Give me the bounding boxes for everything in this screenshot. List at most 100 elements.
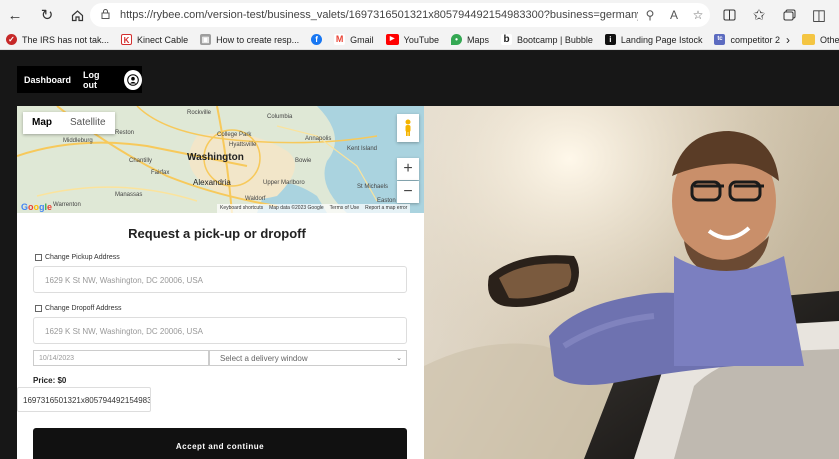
bookmark-label: Landing Page Istock: [620, 34, 703, 45]
logout-link[interactable]: Log out: [83, 70, 112, 90]
bookmark-label: The IRS has not tak...: [22, 34, 110, 45]
bookmark-youtube[interactable]: ▶ YouTube: [380, 34, 445, 45]
form-title: Request a pick-up or dropoff: [128, 226, 306, 241]
map-place: Columbia: [267, 114, 293, 120]
map-place: Waldorf: [245, 196, 266, 202]
bookmark-competitor[interactable]: tc competitor 2: [708, 34, 786, 45]
dashboard-link[interactable]: Dashboard: [24, 75, 71, 85]
pickup-address-input[interactable]: 1629 K St NW, Washington, DC 20006, USA: [33, 266, 407, 293]
keyboard-shortcuts-link[interactable]: Keyboard shortcuts: [220, 204, 263, 213]
zoom-icon[interactable]: ⚲: [638, 8, 662, 22]
bookmark-bootcamp[interactable]: b Bootcamp | Bubble: [495, 34, 599, 45]
report-error-link[interactable]: Report a map error: [365, 204, 407, 213]
date-input[interactable]: 10/14/2023: [33, 350, 209, 366]
man-in-car-image: [424, 106, 839, 459]
bubble-icon: b: [501, 34, 513, 45]
refresh-icon[interactable]: ↻: [34, 2, 60, 28]
maps-icon: •: [451, 34, 463, 45]
bookmark-label: Gmail: [350, 34, 374, 45]
terms-link[interactable]: Terms of Use: [330, 204, 359, 213]
change-dropoff-row: Change Dropoff Address: [35, 305, 122, 312]
change-pickup-checkbox[interactable]: [35, 254, 42, 261]
hero-photo: [424, 106, 839, 459]
change-pickup-label: Change Pickup Address: [45, 254, 120, 261]
bookmark-label: Maps: [467, 34, 490, 45]
delivery-window-value: Select a delivery window: [220, 354, 308, 363]
read-aloud-icon[interactable]: A: [662, 8, 686, 22]
accept-continue-button[interactable]: Accept and continue: [33, 428, 407, 459]
dropoff-address-input[interactable]: 1629 K St NW, Washington, DC 20006, USA: [33, 317, 407, 344]
street-view-pegman-icon[interactable]: [397, 114, 419, 142]
youtube-icon: ▶: [385, 34, 399, 45]
bookmark-kinect-cable[interactable]: K Kinect Cable: [115, 34, 194, 45]
delivery-window-select[interactable]: Select a delivery window ⌄: [209, 350, 407, 366]
istock-icon: i: [604, 34, 616, 45]
map-place: Bowie: [295, 158, 312, 164]
bookmark-label: Kinect Cable: [137, 34, 189, 45]
bookmark-how-to-create[interactable]: ▣ How to create resp...: [194, 34, 305, 45]
map-place: Kent Island: [347, 146, 378, 152]
image-icon: ▣: [200, 34, 212, 45]
page: Dashboard Log out Map Satellite Rockvill…: [0, 51, 839, 459]
map[interactable]: Map Satellite Rockville Middleburg Chant…: [17, 106, 424, 213]
map-place: College Park: [217, 132, 252, 138]
map-place: Alexandria: [193, 178, 231, 187]
avatar[interactable]: [124, 69, 142, 90]
change-dropoff-checkbox[interactable]: [35, 305, 42, 312]
chevron-down-icon: ⌄: [396, 355, 402, 362]
user-icon: [127, 73, 139, 86]
map-data-credit: Map data ©2023 Google: [269, 205, 324, 211]
change-dropoff-label: Change Dropoff Address: [45, 305, 122, 312]
tc-icon: tc: [714, 34, 726, 45]
request-panel: Map Satellite Rockville Middleburg Chant…: [17, 106, 424, 459]
favorite-star-icon[interactable]: ☆: [686, 8, 710, 22]
map-place: Rockville: [187, 110, 212, 116]
tab-map[interactable]: Map: [23, 112, 61, 134]
gmail-icon: M: [334, 34, 346, 45]
map-place: Middleburg: [63, 138, 93, 144]
extensions-icon[interactable]: ◫: [806, 2, 832, 28]
kinect-icon: K: [121, 34, 133, 45]
map-place: Manassas: [115, 192, 143, 198]
map-place: Reston: [115, 130, 135, 136]
top-nav: Dashboard Log out: [17, 66, 142, 93]
bookmarks-bar: ✓ The IRS has not tak... K Kinect Cable …: [0, 30, 839, 50]
google-logo: Google: [21, 202, 53, 212]
bookmark-gmail[interactable]: M Gmail: [328, 34, 380, 45]
red-check-icon: ✓: [6, 34, 17, 45]
map-place: Warrenton: [53, 202, 81, 208]
bookmark-istock[interactable]: i Landing Page Istock: [599, 34, 709, 45]
zoom-out-button[interactable]: −: [397, 181, 419, 203]
browser-toolbar: ← ↻ https://rybee.com/version-test/busin…: [0, 0, 839, 30]
lock-icon[interactable]: [90, 8, 120, 22]
bookmark-label: Other favo: [820, 34, 839, 45]
bookmark-label: competitor 2: [730, 34, 781, 45]
map-place: Hyattsville: [229, 142, 257, 148]
bookmark-other-favorites[interactable]: Other favo: [790, 34, 839, 45]
map-footer: Keyboard shortcuts Map data ©2023 Google…: [217, 204, 411, 213]
zoom-in-button[interactable]: +: [397, 158, 419, 180]
tab-satellite[interactable]: Satellite: [61, 112, 115, 134]
home-icon[interactable]: [64, 2, 90, 28]
url-text[interactable]: https://rybee.com/version-test/business_…: [120, 9, 638, 21]
favorites-icon[interactable]: ✩: [746, 2, 772, 28]
address-bar[interactable]: https://rybee.com/version-test/business_…: [90, 3, 710, 27]
map-place: Fairfax: [151, 170, 170, 176]
bookmark-irs[interactable]: ✓ The IRS has not tak...: [0, 34, 115, 45]
map-place: Chantilly: [129, 158, 153, 164]
facebook-icon: f: [311, 34, 323, 45]
map-place: Annapolis: [305, 136, 332, 142]
bookmark-label: YouTube: [403, 34, 440, 45]
back-icon[interactable]: ←: [2, 2, 28, 28]
bookmark-label: How to create resp...: [216, 34, 300, 45]
reference-id-field[interactable]: 1697316501321x805794492154983: [17, 387, 151, 412]
split-screen-icon[interactable]: [716, 2, 742, 28]
collections-icon[interactable]: [776, 2, 802, 28]
map-type-toggle: Map Satellite: [23, 112, 115, 134]
folder-icon: [802, 34, 816, 45]
bookmark-maps[interactable]: • Maps: [445, 34, 495, 45]
bookmark-facebook[interactable]: f: [305, 34, 328, 45]
map-city-label: Washington: [187, 152, 244, 163]
bookmark-label: Bootcamp | Bubble: [517, 34, 593, 45]
map-place: St Michaels: [357, 184, 389, 190]
